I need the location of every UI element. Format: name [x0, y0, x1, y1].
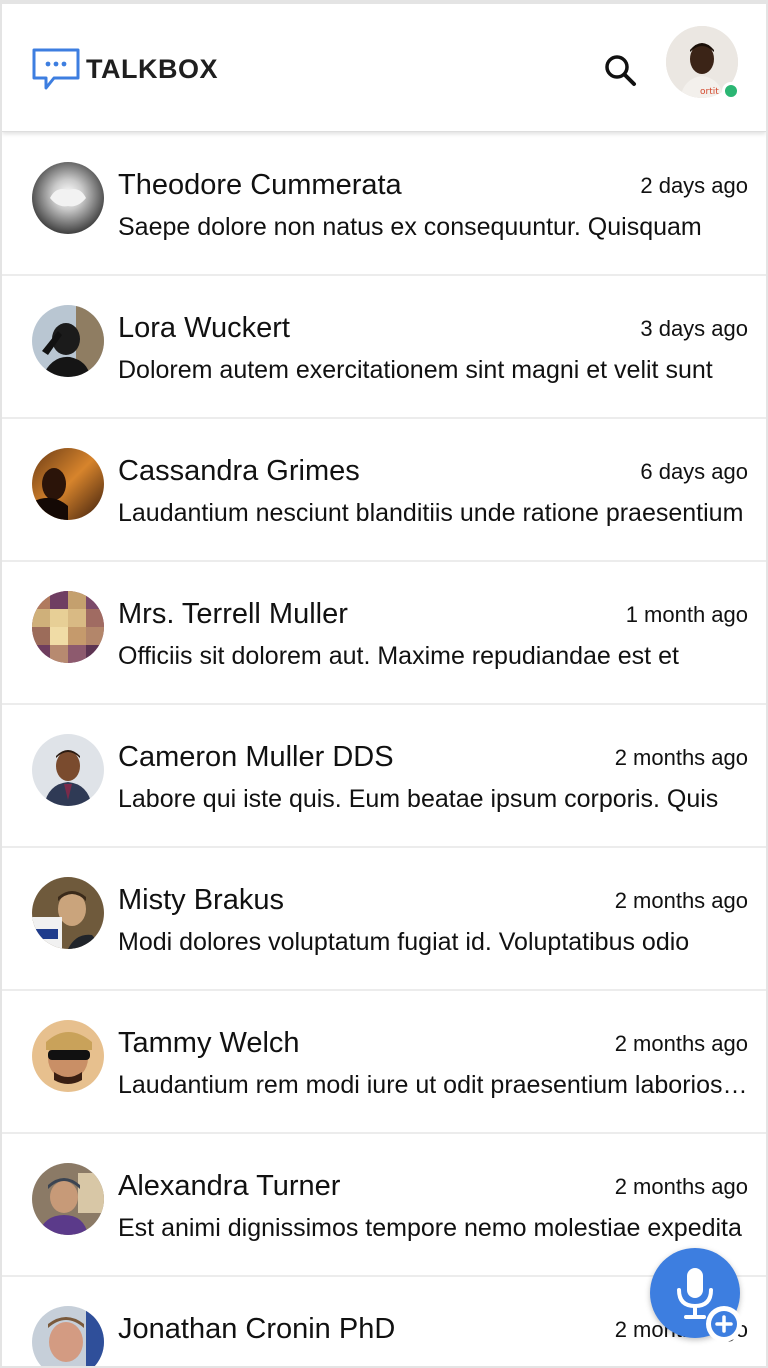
message-preview: Labore qui iste quis. Eum beatae ipsum c…: [118, 785, 719, 813]
conversation-item[interactable]: Alexandra Turner 2 months ago Est animi …: [2, 1134, 766, 1277]
conversation-item[interactable]: Lora Wuckert 3 days ago Dolorem autem ex…: [2, 276, 766, 419]
contact-name: Cameron Muller DDS: [118, 741, 394, 773]
message-preview: Laudantium rem modi iure ut odit praesen…: [118, 1071, 748, 1099]
message-preview: Est animi dignissimos tempore nemo moles…: [118, 1214, 742, 1242]
avatar: [32, 448, 104, 520]
message-preview: Officiis sit dolorem aut. Maxime repudia…: [118, 642, 679, 670]
contact-name: Jonathan Cronin PhD: [118, 1313, 396, 1345]
conversation-item[interactable]: Cameron Muller DDS 2 months ago Labore q…: [2, 705, 766, 848]
avatar: [32, 591, 104, 663]
contact-name: Alexandra Turner: [118, 1170, 341, 1202]
message-preview: Saepe dolore non natus ex consequuntur. …: [118, 213, 702, 241]
message-timestamp: 1 month ago: [625, 602, 748, 627]
contact-name: Lora Wuckert: [118, 312, 290, 344]
message-timestamp: 2 months ago: [614, 1031, 748, 1056]
user-profile-avatar[interactable]: ortit: [666, 26, 740, 100]
avatar: [32, 1020, 104, 1092]
avatar: [32, 734, 104, 806]
avatar: [32, 162, 104, 234]
avatar: [32, 1163, 104, 1235]
message-timestamp: 3 days ago: [640, 316, 748, 341]
search-icon: [605, 55, 636, 86]
avatar: [32, 305, 104, 377]
contact-name: Misty Brakus: [118, 884, 284, 916]
app-logo[interactable]: TALKBOX: [30, 46, 218, 92]
plus-icon: [711, 1311, 737, 1337]
logo-text: TALKBOX: [86, 53, 218, 84]
online-status-indicator: [722, 82, 740, 100]
plus-badge: [706, 1306, 742, 1342]
message-timestamp: 2 months ago: [614, 888, 748, 913]
message-preview: Laudantium nesciunt blanditiis unde rati…: [118, 499, 744, 527]
svg-text:ortit: ortit: [700, 87, 719, 97]
app-frame: TALKBOX ortit Theodore Cummerata 2 days …: [0, 0, 768, 1368]
message-timestamp: 2 months ago: [614, 1174, 748, 1199]
app-header: TALKBOX ortit: [2, 4, 766, 132]
message-timestamp: 2 months ago: [614, 745, 748, 770]
chat-bubble-logo-icon: [32, 48, 80, 90]
message-preview: Modi dolores voluptatum fugiat id. Volup…: [118, 928, 690, 956]
avatar: [32, 877, 104, 949]
conversation-item[interactable]: Tammy Welch 2 months ago Laudantium rem …: [2, 991, 766, 1134]
message-timestamp: 2 days ago: [640, 173, 748, 198]
contact-name: Theodore Cummerata: [118, 169, 402, 201]
message-preview: Dolorem autem exercitationem sint magni …: [118, 356, 713, 384]
contact-name: Mrs. Terrell Muller: [118, 598, 348, 630]
message-timestamp: 6 days ago: [640, 459, 748, 484]
contact-name: Tammy Welch: [118, 1027, 300, 1059]
conversation-item[interactable]: Mrs. Terrell Muller 1 month ago Officiis…: [2, 562, 766, 705]
conversation-item[interactable]: Misty Brakus 2 months ago Modi dolores v…: [2, 848, 766, 991]
search-button[interactable]: [600, 50, 640, 90]
avatar: [32, 1306, 104, 1366]
conversation-item[interactable]: Theodore Cummerata 2 days ago Saepe dolo…: [2, 133, 766, 276]
voice-message-fab[interactable]: [650, 1248, 742, 1342]
contact-name: Cassandra Grimes: [118, 455, 360, 487]
conversation-list: Theodore Cummerata 2 days ago Saepe dolo…: [2, 133, 766, 1366]
conversation-item[interactable]: Cassandra Grimes 6 days ago Laudantium n…: [2, 419, 766, 562]
